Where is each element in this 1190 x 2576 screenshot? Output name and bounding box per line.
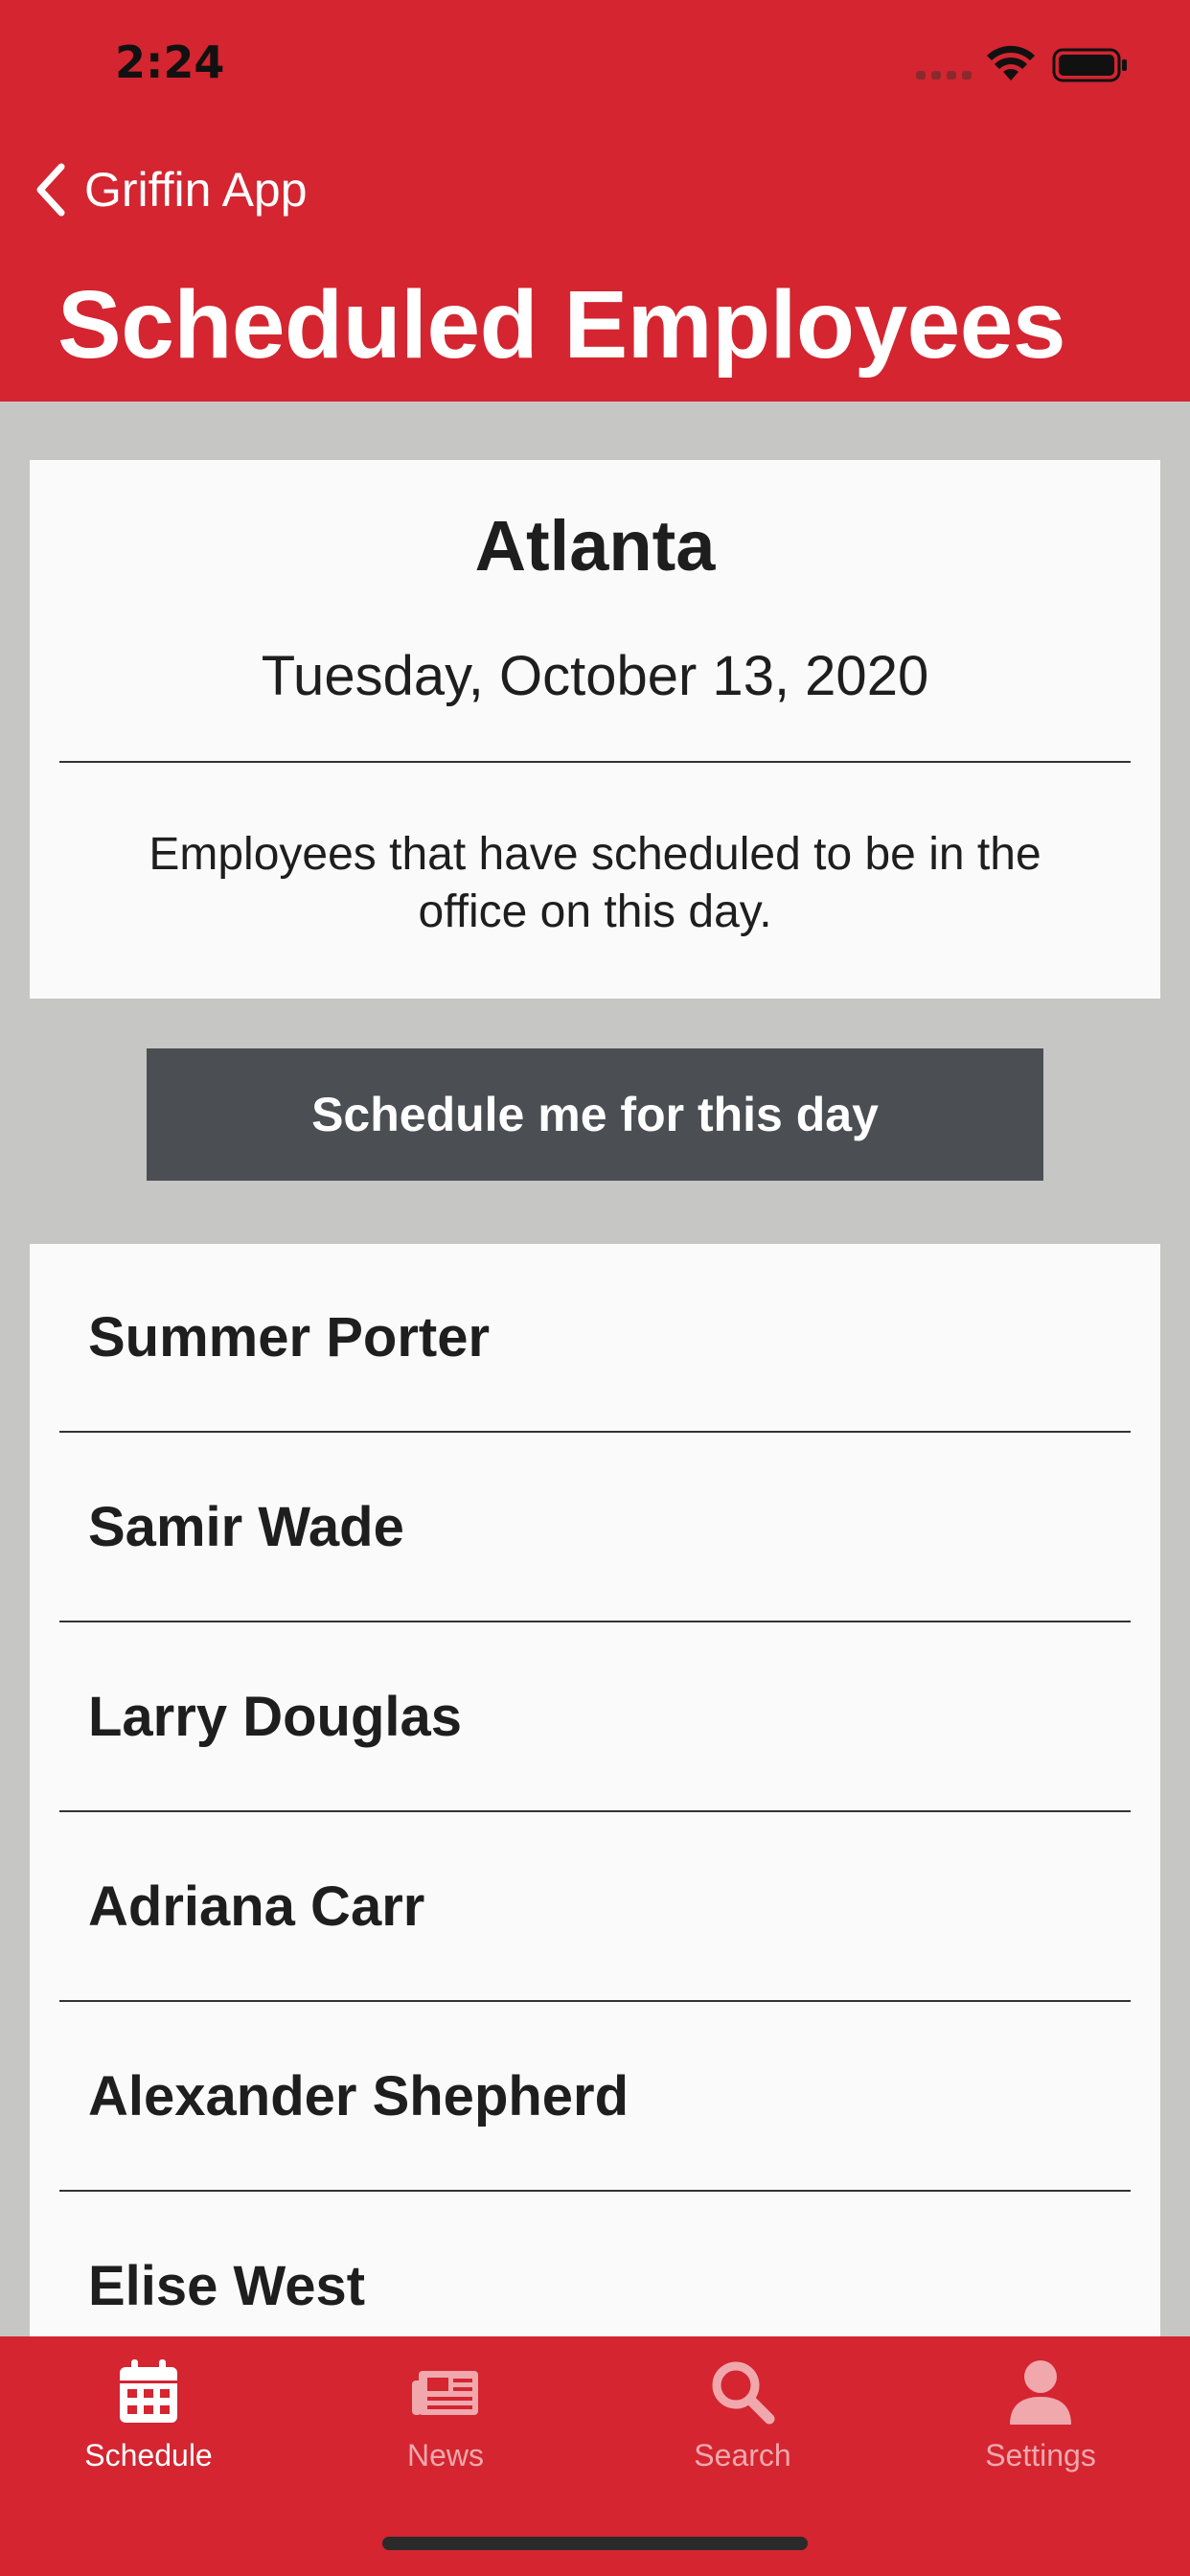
home-indicator[interactable] [382,2537,808,2550]
chevron-left-icon [36,163,65,217]
employee-list-item[interactable]: Alexander Shepherd [88,2064,1094,2128]
tab-label: News [406,2438,484,2472]
employee-list-item[interactable]: Samir Wade [88,1495,1094,1559]
page-title: Scheduled Employees [57,271,1065,379]
wifi-icon [987,45,1035,80]
divider [59,1621,1131,1622]
schedule-me-button[interactable]: Schedule me for this day [147,1048,1043,1181]
schedule-date: Tuesday, October 13, 2020 [261,645,929,707]
battery-icon [1052,48,1127,82]
tab-label: Schedule [84,2438,213,2472]
divider [59,2000,1131,2002]
employee-list-item[interactable]: Elise West [88,2254,1094,2318]
back-button[interactable]: Griffin App [31,161,308,218]
navigation-header: 2:24 Griffin App Scheduled Employees [0,0,1190,402]
tab-search[interactable]: Search [628,2356,858,2480]
tab-schedule[interactable]: Schedule [34,2356,263,2480]
info-description: Employees that have scheduled to be in t… [149,829,1041,937]
newspaper-icon [412,2371,478,2415]
tab-label: Settings [985,2438,1096,2472]
calendar-icon [120,2359,177,2423]
office-city: Atlanta [474,506,716,586]
user-icon [1010,2360,1071,2425]
employee-list-item[interactable]: Summer Porter [88,1305,1094,1369]
search-icon [712,2361,775,2425]
divider [59,761,1131,763]
employee-list-item[interactable]: Adriana Carr [88,1874,1094,1939]
divider [59,2190,1131,2192]
status-bar-time: 2:24 [115,36,225,88]
tab-label: Search [694,2438,791,2472]
back-button-label: Griffin App [84,163,308,217]
tab-news[interactable]: News [331,2356,561,2480]
divider [59,1431,1131,1433]
tab-settings[interactable]: Settings [926,2356,1156,2480]
cellular-signal-icon [916,71,972,80]
divider [59,1810,1131,1812]
employee-list [30,1244,1160,2336]
employee-list-item[interactable]: Larry Douglas [88,1685,1094,1749]
